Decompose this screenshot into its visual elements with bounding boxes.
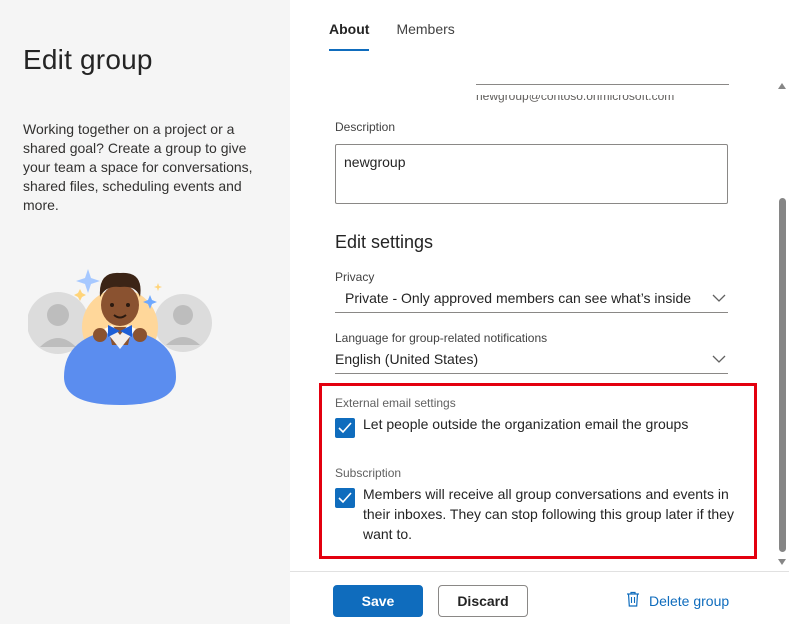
chevron-down-icon [712, 355, 726, 363]
description-label: Description [335, 120, 396, 134]
chevron-down-icon [712, 294, 726, 302]
scroll-down-icon[interactable] [778, 559, 786, 565]
privacy-value: Private - Only approved members can see … [345, 290, 692, 306]
delete-group-link[interactable]: Delete group [626, 591, 729, 610]
subscription-checkbox[interactable] [335, 488, 355, 508]
edit-settings-heading: Edit settings [335, 232, 434, 252]
privacy-dropdown[interactable]: Private - Only approved members can see … [335, 290, 728, 313]
checkmark-icon [338, 422, 352, 434]
external-email-label: External email settings [335, 396, 456, 410]
subscription-label: Subscription [335, 466, 402, 480]
scrollbar[interactable] [776, 80, 788, 570]
subscription-text: Members will receive all group conversat… [363, 486, 734, 542]
language-value: English (United States) [335, 351, 479, 367]
language-label: Language for group-related notifications [335, 331, 548, 345]
footer-divider [290, 571, 789, 572]
scroll-up-icon[interactable] [778, 83, 786, 89]
checkmark-icon [338, 492, 352, 504]
tab-about[interactable]: About [329, 0, 370, 52]
scrollbar-thumb[interactable] [779, 198, 786, 552]
group-illustration [28, 269, 212, 405]
right-pane: About Members newgroup@contoso.onmicroso… [290, 0, 789, 624]
trash-icon [626, 591, 640, 610]
form-scroll-area: newgroup@contoso.onmicrosoft.com Descrip… [290, 52, 789, 568]
language-dropdown[interactable]: English (United States) [335, 351, 728, 374]
email-address-hint: newgroup@contoso.onmicrosoft.com [476, 89, 675, 103]
external-email-text: Let people outside the organization emai… [363, 416, 689, 432]
privacy-label: Privacy [335, 270, 375, 284]
description-value: newgroup [344, 154, 406, 170]
left-pane: Edit group Working together on a project… [0, 0, 290, 624]
email-field[interactable] [476, 84, 729, 85]
discard-button[interactable]: Discard [438, 585, 528, 617]
save-button[interactable]: Save [333, 585, 423, 617]
page-description: Working together on a project or a share… [23, 121, 253, 213]
delete-group-label: Delete group [649, 592, 730, 609]
description-field[interactable]: newgroup [335, 144, 728, 204]
external-email-checkbox[interactable] [335, 418, 355, 438]
tab-bar: About Members [329, 0, 482, 52]
tab-members[interactable]: Members [396, 0, 454, 52]
page-title: Edit group [23, 44, 153, 75]
